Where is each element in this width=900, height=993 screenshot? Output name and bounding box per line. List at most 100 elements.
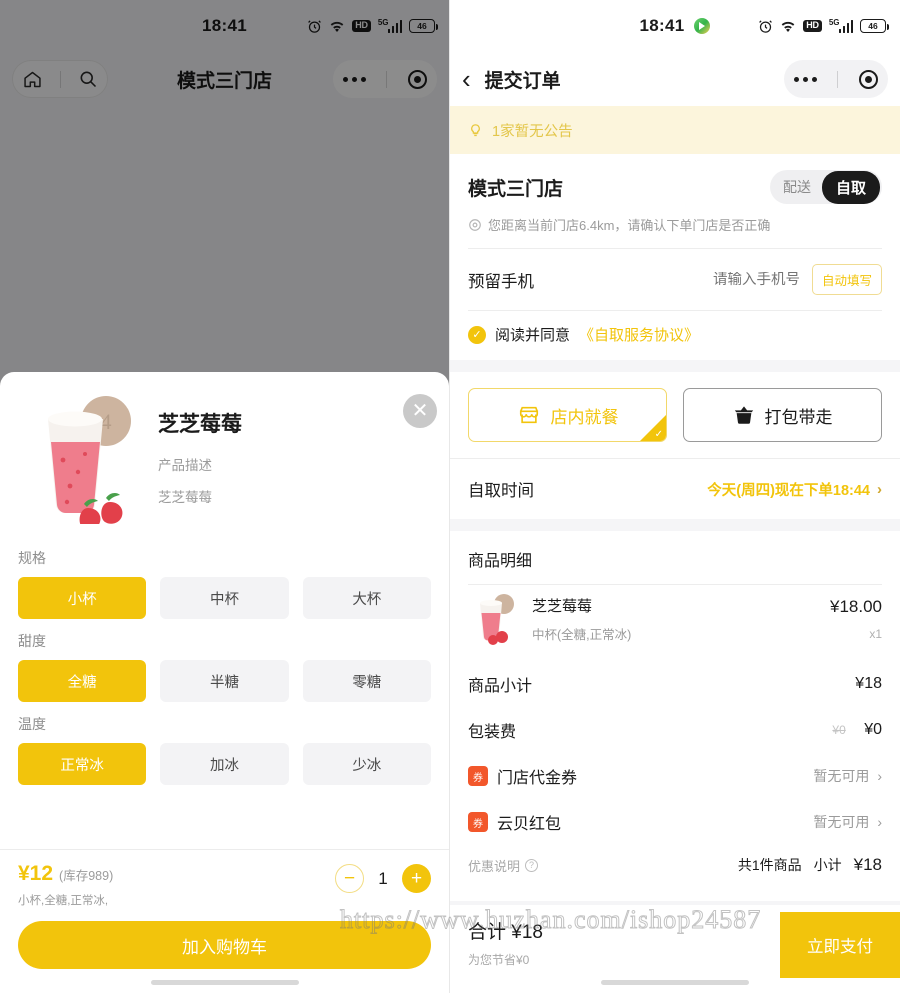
product-stock: (库存989): [59, 869, 114, 883]
announcement-banner[interactable]: 1家暂无公告: [450, 106, 900, 154]
plus-icon[interactable]: +: [402, 864, 431, 893]
selection-summary: 小杯,全糖,正常冰,: [18, 895, 109, 907]
right-nav-bar: ‹ 提交订单: [450, 52, 900, 106]
status-time-right: 18:41: [639, 16, 685, 35]
right-phone-panel: 18:41 HD 5G 46 ‹ 提交订单 1家暂无公告 模式三门店 配送 自取…: [450, 0, 900, 993]
product-image: 4: [18, 394, 148, 524]
check-icon: ✓: [654, 429, 663, 440]
goods-info: 芝芝莓莓 中杯(全糖,正常冰): [532, 595, 818, 643]
store-icon: [517, 404, 541, 426]
coupon-status-redpacket: 暂无可用: [813, 814, 870, 830]
option-size-large[interactable]: 大杯: [302, 577, 431, 619]
status-icons-right: HD 5G 46: [758, 0, 889, 52]
pickup-time-row[interactable]: 自取时间 今天(周四)现在下单18:44 ›: [450, 459, 900, 519]
coupon-value-voucher: 暂无可用 ›: [813, 766, 882, 786]
check-circle-icon[interactable]: ✓: [468, 325, 486, 344]
order-mode-switch-right[interactable]: 配送 自取: [769, 170, 882, 204]
signal-bars-icon: [838, 19, 853, 33]
option-sweetness-half[interactable]: 半糖: [160, 660, 289, 702]
quantity-value: 1: [378, 868, 388, 888]
fee-row-packaging: 包装费 ¥0 ¥0: [450, 707, 900, 753]
product-info: 芝芝莓莓 产品描述 芝芝莓莓: [148, 394, 242, 524]
tab-delivery-right[interactable]: 配送: [772, 177, 822, 197]
option-row-size: 小杯 中杯 大杯: [18, 577, 431, 619]
right-page-title: 提交订单: [484, 70, 561, 92]
product-options: 规格 小杯 中杯 大杯 甜度 全糖 半糖 零糖 温度 正常冰 加冰 少冰: [0, 530, 449, 849]
goods-price-block: ¥18.00 x1: [830, 597, 882, 641]
dine-in-button[interactable]: 店内就餐 ✓: [468, 388, 667, 442]
minus-icon[interactable]: −: [335, 864, 364, 893]
add-to-cart-button[interactable]: 加入购物车: [18, 921, 431, 969]
fee-original-packaging: ¥0: [832, 723, 846, 737]
quantity-stepper: − 1 +: [335, 864, 431, 893]
target-icon[interactable]: [858, 69, 878, 89]
tab-pickup-right[interactable]: 自取: [821, 170, 880, 204]
product-price: ¥12: [18, 862, 54, 885]
chevron-right-icon: ›: [877, 768, 882, 784]
dining-card: 店内就餐 ✓ 打包带走 自取时间 今天(周四)现在下单18:44 ›: [450, 372, 900, 519]
option-group-sweetness: 甜度 全糖 半糖 零糖: [18, 631, 431, 702]
coupon-row-redpacket[interactable]: 券 云贝红包 暂无可用 ›: [450, 799, 900, 845]
coupon-icon: 券: [468, 766, 488, 786]
agreement-text: 阅读并同意: [495, 327, 571, 344]
option-temp-less-ice[interactable]: 少冰: [302, 743, 431, 785]
coupon-label-redpacket: 券 云贝红包: [468, 810, 561, 834]
fee-value-packaging: ¥0: [864, 721, 882, 738]
agreement-link[interactable]: 《自取服务协议》: [579, 324, 699, 345]
pickup-time-label: 自取时间: [468, 482, 534, 500]
product-desc-value: 芝芝莓莓: [158, 490, 212, 505]
pickup-time-value-wrap: 今天(周四)现在下单18:44 ›: [707, 479, 882, 500]
option-size-small[interactable]: 小杯: [18, 577, 147, 619]
agreement-row[interactable]: ✓ 阅读并同意 《自取服务协议》: [450, 311, 900, 360]
option-size-medium[interactable]: 中杯: [160, 577, 289, 619]
store-block: 模式三门店 配送 自取 您距离当前门店6.4km，请确认下单门店是否正确: [450, 154, 900, 248]
battery-level: 46: [868, 21, 878, 31]
option-temp-normal-ice[interactable]: 正常冰: [18, 743, 147, 785]
autofill-button[interactable]: 自动填写: [811, 264, 882, 295]
goods-section-title: 商品明细: [468, 553, 533, 570]
option-group-temperature: 温度 正常冰 加冰 少冰: [18, 714, 431, 785]
back-chevron-icon[interactable]: ‹: [462, 66, 471, 92]
phone-input[interactable]: [659, 271, 800, 288]
pickup-time-value: 今天(周四)现在下单18:44: [707, 482, 870, 499]
promo-explain[interactable]: 优惠说明 ?: [468, 856, 539, 875]
price-and-stepper-row: ¥12 (库存989) 小杯,全糖,正常冰, − 1 +: [18, 862, 431, 908]
takeaway-button[interactable]: 打包带走: [683, 388, 882, 442]
coupon-name-redpacket: 云贝红包: [497, 816, 562, 833]
section-gap-2: [450, 519, 900, 531]
option-group-size: 规格 小杯 中杯 大杯: [18, 548, 431, 619]
info-icon[interactable]: ?: [525, 858, 539, 872]
coupon-icon: 券: [468, 812, 488, 832]
product-detail-modal: 4 芝芝莓莓 产品描述 芝芝莓莓 ✕ 规格 小杯 中杯 大杯 甜度 全糖 半糖 …: [0, 372, 449, 993]
table-row: 芝芝莓莓 中杯(全糖,正常冰) ¥18.00 x1: [450, 585, 900, 661]
coupon-name-voucher: 门店代金券: [497, 770, 578, 787]
option-sweetness-zero[interactable]: 零糖: [302, 660, 431, 702]
goods-card: 商品明细 芝芝莓莓 中杯(全糖,正常冰) ¥18.00 x1 商品小计 ¥18 …: [450, 531, 900, 901]
coupon-label-voucher: 券 门店代金券: [468, 764, 577, 788]
promo-explain-label: 优惠说明: [468, 858, 521, 874]
option-label-temperature: 温度: [18, 716, 46, 732]
network-type-label: 5G: [828, 17, 840, 27]
store-distance-note: 您距离当前门店6.4km，请确认下单门店是否正确: [468, 215, 882, 234]
phone-row[interactable]: 预留手机 自动填写: [450, 249, 900, 310]
option-row-temperature: 正常冰 加冰 少冰: [18, 743, 431, 785]
close-icon[interactable]: ✕: [403, 394, 437, 428]
option-sweetness-full[interactable]: 全糖: [18, 660, 147, 702]
battery-icon: 46: [860, 19, 889, 33]
coupon-row-voucher[interactable]: 券 门店代金券 暂无可用 ›: [450, 753, 900, 799]
price-block: ¥12 (库存989) 小杯,全糖,正常冰,: [18, 862, 113, 908]
more-dots-icon[interactable]: [794, 76, 818, 82]
wechat-capsule-right[interactable]: [784, 60, 888, 98]
app-screenshot: 18:41 HD 5G 46 模式三门店 4 芝芝莓莓 产品描述 芝芝莓莓 ✕ …: [0, 0, 900, 993]
store-distance-text: 您距离当前门店6.4km，请确认下单门店是否正确: [488, 218, 771, 233]
media-play-icon: [694, 18, 711, 34]
capsule-divider-3: [837, 70, 839, 88]
pay-now-button[interactable]: 立即支付: [780, 912, 900, 978]
promo-count: 共1件商品: [737, 857, 802, 873]
pay-total-value: ¥18: [511, 921, 543, 943]
store-name-right: 模式三门店: [468, 178, 564, 200]
fee-value-packaging-wrap: ¥0 ¥0: [832, 721, 882, 739]
coupon-value-redpacket: 暂无可用 ›: [813, 812, 882, 832]
option-temp-extra-ice[interactable]: 加冰: [160, 743, 289, 785]
product-desc-label: 产品描述: [158, 458, 212, 473]
